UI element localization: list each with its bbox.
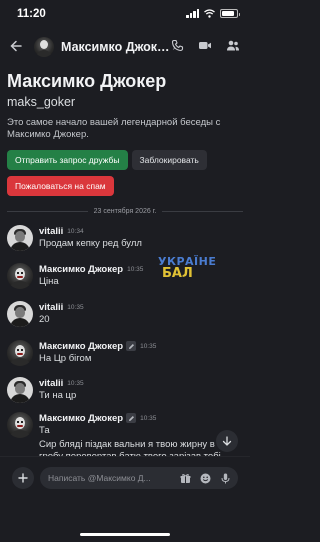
message-input[interactable]	[48, 467, 168, 489]
edit-badge-icon	[126, 341, 137, 351]
watermark-line2: БАЛ	[162, 266, 193, 281]
conversation-intro: Максимко Джокер maks_goker Это самое нач…	[7, 70, 243, 196]
status-icons	[186, 9, 240, 18]
battery-icon	[220, 9, 240, 18]
avatar[interactable]	[7, 377, 33, 403]
message-text: Та	[39, 425, 50, 436]
people-icon[interactable]	[226, 39, 240, 52]
intro-description: Это самое начало вашей легендарной бесед…	[7, 117, 221, 140]
divider-line	[7, 210, 88, 212]
message-text: 20	[39, 314, 50, 325]
message-input-wrapper	[40, 467, 238, 489]
status-bar: 11:20	[0, 0, 250, 28]
message-header: Максимко Джокер 10:35	[39, 412, 243, 424]
avatar[interactable]	[7, 225, 33, 251]
message-author[interactable]: Максимко Джокер	[39, 341, 123, 352]
phone-icon[interactable]	[171, 39, 184, 52]
avatar[interactable]	[7, 412, 33, 438]
date-divider: 23 сентября 2026 г.	[7, 206, 243, 216]
message-text: На Цр бігом	[39, 353, 92, 364]
message-time: 10:34	[67, 227, 84, 235]
intro-contact-name: Максимко Джокер	[7, 71, 167, 91]
message-header: vitalii 10:35	[39, 377, 243, 389]
message-time: 10:35	[127, 265, 144, 273]
message-author[interactable]: vitalii	[39, 226, 63, 237]
message-text: Продам кепку ред булл	[39, 238, 142, 249]
avatar[interactable]	[7, 340, 33, 366]
message-header: Максимко Джокер 10:35	[39, 340, 243, 352]
add-attachment-button[interactable]	[12, 467, 34, 489]
message-time: 10:35	[67, 379, 84, 387]
intro-buttons: Отправить запрос дружбы Заблокировать	[7, 150, 243, 170]
edit-badge-icon	[126, 413, 137, 423]
microphone-icon[interactable]	[218, 471, 232, 485]
message-text: Ти на цр	[39, 390, 77, 401]
wifi-icon	[204, 9, 215, 18]
back-arrow-icon[interactable]	[10, 39, 28, 56]
scroll-to-bottom-button[interactable]	[216, 430, 238, 452]
message-author[interactable]: Максимко Джокер	[39, 413, 123, 424]
gift-icon[interactable]	[178, 471, 192, 485]
message-author[interactable]: vitalii	[39, 378, 63, 389]
message-item[interactable]: vitalii 10:34 Продам кепку ред булл	[7, 225, 243, 251]
message-time: 10:35	[67, 303, 84, 311]
message-composer	[0, 456, 250, 496]
status-time: 11:20	[17, 8, 46, 20]
arrow-down-icon	[222, 436, 232, 446]
message-text: Ціна	[39, 276, 59, 287]
message-item[interactable]: vitalii 10:35 Ти на цр	[7, 377, 243, 403]
video-icon[interactable]	[198, 39, 212, 52]
input-icons	[178, 471, 232, 485]
send-friend-request-button[interactable]: Отправить запрос дружбы	[7, 150, 128, 170]
intro-username: maks_goker	[7, 95, 76, 109]
plus-icon	[18, 473, 28, 483]
message-item[interactable]: vitalii 10:35 20	[7, 301, 243, 327]
battery-level	[222, 11, 234, 16]
message-author[interactable]: vitalii	[39, 302, 63, 313]
message-time: 10:35	[140, 414, 157, 422]
message-header: vitalii 10:34	[39, 225, 243, 237]
chat-header: Максимко Джок… ›	[0, 30, 250, 64]
divider-line	[162, 210, 243, 212]
report-spam-button[interactable]: Пожаловаться на спам	[7, 176, 114, 196]
header-avatar[interactable]	[34, 37, 54, 57]
avatar[interactable]	[7, 301, 33, 327]
emoji-icon[interactable]	[198, 471, 212, 485]
header-actions	[171, 39, 240, 52]
home-indicator	[80, 533, 170, 536]
signal-icon	[186, 9, 199, 18]
message-author[interactable]: Максимко Джокер	[39, 264, 123, 275]
message-header: vitalii 10:35	[39, 301, 243, 313]
message-item[interactable]: Максимко Джокер 10:35 На Цр бігом	[7, 340, 243, 366]
message-time: 10:35	[140, 342, 157, 350]
avatar[interactable]	[7, 263, 33, 289]
header-contact-name[interactable]: Максимко Джок…	[61, 40, 170, 54]
watermark-logo: УКРАЇНЕ БАЛ	[158, 255, 216, 287]
block-button[interactable]: Заблокировать	[131, 150, 207, 170]
date-divider-label: 23 сентября 2026 г.	[93, 207, 157, 215]
